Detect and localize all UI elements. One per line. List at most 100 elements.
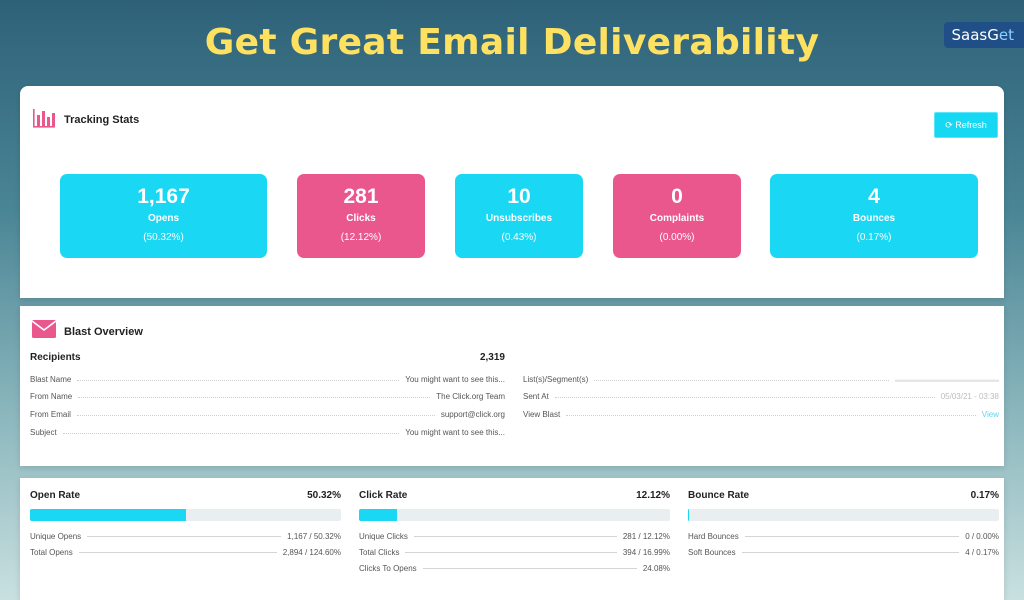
click-rate-column: Click Rate 12.12% Unique Clicks 281 / 12.… bbox=[359, 490, 670, 573]
total-clicks-row: Total Clicks 394 / 16.99% bbox=[359, 548, 670, 557]
tracking-stats-panel: Tracking Stats ⟳ Refresh 1,167 Opens (50… bbox=[20, 86, 1004, 298]
rates-panel: Open Rate 50.32% Unique Opens 1,167 / 50.… bbox=[20, 478, 1004, 600]
row-value: 0 / 0.00% bbox=[965, 532, 999, 541]
stat-value: 0 bbox=[671, 185, 683, 208]
row-label: Sent At bbox=[523, 392, 549, 401]
row-value: 1,167 / 50.32% bbox=[287, 532, 341, 541]
row-label: View Blast bbox=[523, 410, 561, 419]
row-value: The Click.org Team bbox=[436, 392, 505, 401]
stat-label: Complaints bbox=[649, 213, 705, 224]
open-rate-bar bbox=[30, 509, 341, 521]
stat-label: Opens bbox=[147, 213, 180, 224]
page-headline: Get Great Email Deliverability bbox=[204, 22, 820, 63]
blast-overview-title: Blast Overview bbox=[64, 325, 143, 338]
refresh-button[interactable]: ⟳ Refresh bbox=[934, 112, 998, 138]
stat-card-complaints[interactable]: 0 Complaints (0.00%) bbox=[613, 174, 741, 258]
row-value: You might want to see this... bbox=[405, 375, 505, 384]
row-leader bbox=[741, 552, 960, 553]
subject-row: Subject You might want to see this... bbox=[30, 428, 505, 437]
stat-value: 281 bbox=[343, 185, 379, 208]
soft-bounces-row: Soft Bounces 4 / 0.17% bbox=[688, 548, 999, 557]
stat-percent: (50.32%) bbox=[143, 232, 184, 243]
row-label: List(s)/Segment(s) bbox=[523, 375, 589, 384]
row-value: ▬▬▬▬▬▬▬▬▬▬▬▬▬ bbox=[895, 375, 999, 384]
view-blast-row: View Blast View bbox=[523, 410, 999, 419]
blast-name-row: Blast Name You might want to see this... bbox=[30, 375, 505, 384]
stat-card-opens[interactable]: 1,167 Opens (50.32%) bbox=[60, 174, 267, 258]
stat-value: 10 bbox=[507, 185, 531, 208]
view-blast-link[interactable]: View bbox=[982, 410, 999, 419]
row-label: Unique Opens bbox=[30, 532, 82, 541]
stat-percent: (0.43%) bbox=[501, 232, 537, 243]
stat-card-clicks[interactable]: 281 Clicks (12.12%) bbox=[297, 174, 425, 258]
stat-percent: (12.12%) bbox=[340, 232, 382, 243]
bounce-rate-value: 0.17% bbox=[970, 490, 999, 501]
open-rate-column: Open Rate 50.32% Unique Opens 1,167 / 50.… bbox=[30, 490, 341, 557]
hard-bounces-row: Hard Bounces 0 / 0.00% bbox=[688, 532, 999, 541]
recipients-value: 2,319 bbox=[479, 352, 505, 363]
row-leader bbox=[78, 552, 277, 553]
open-rate-value: 50.32% bbox=[307, 490, 341, 501]
row-leader bbox=[78, 396, 431, 398]
stat-percent: (0.00%) bbox=[659, 232, 695, 243]
stat-percent: (0.17%) bbox=[856, 232, 892, 243]
row-leader bbox=[413, 536, 617, 537]
unique-opens-row: Unique Opens 1,167 / 50.32% bbox=[30, 532, 341, 541]
row-value: 2,894 / 124.60% bbox=[282, 548, 341, 557]
bounce-rate-title: Bounce Rate bbox=[688, 490, 750, 501]
envelope-icon bbox=[31, 320, 57, 343]
row-label: From Email bbox=[30, 410, 71, 419]
click-rate-header: Click Rate 12.12% bbox=[359, 490, 670, 501]
from-name-row: From Name The Click.org Team bbox=[30, 392, 505, 401]
row-value: 394 / 16.99% bbox=[622, 548, 670, 557]
row-label: Clicks To Opens bbox=[359, 564, 417, 573]
stat-value: 4 bbox=[868, 185, 880, 208]
row-label: Blast Name bbox=[30, 375, 72, 384]
list-segment-row: List(s)/Segment(s) ▬▬▬▬▬▬▬▬▬▬▬▬▬ bbox=[523, 375, 999, 384]
click-rate-title: Click Rate bbox=[359, 490, 408, 501]
row-label: Total Opens bbox=[30, 548, 73, 557]
stat-card-bounces[interactable]: 4 Bounces (0.17%) bbox=[770, 174, 978, 258]
bounce-rate-bar bbox=[688, 509, 999, 521]
recipients-label: Recipients bbox=[30, 352, 81, 363]
row-label: Total Clicks bbox=[359, 548, 400, 557]
row-value: You might want to see this... bbox=[405, 428, 505, 437]
blast-overview-panel: Blast Overview Recipients 2,319 Blast Na… bbox=[20, 306, 1004, 466]
blast-overview-header: Blast Overview bbox=[31, 320, 143, 343]
bounce-rate-header: Bounce Rate 0.17% bbox=[688, 490, 999, 501]
row-value: support@click.org bbox=[440, 410, 505, 419]
row-leader bbox=[744, 536, 960, 537]
row-value: 4 / 0.17% bbox=[965, 548, 999, 557]
click-rate-bar-fill bbox=[359, 509, 397, 521]
stat-card-unsubscribes[interactable]: 10 Unsubscribes (0.43%) bbox=[455, 174, 583, 258]
row-label: Subject bbox=[30, 428, 57, 437]
row-leader bbox=[405, 552, 617, 553]
row-label: From Name bbox=[30, 392, 73, 401]
stat-value: 1,167 bbox=[137, 185, 190, 208]
row-value: 05/03/21 - 03:38 bbox=[940, 392, 999, 401]
unique-clicks-row: Unique Clicks 281 / 12.12% bbox=[359, 532, 670, 541]
row-leader bbox=[76, 414, 435, 416]
open-rate-bar-fill bbox=[30, 509, 187, 521]
stat-label: Clicks bbox=[346, 213, 376, 224]
stat-label: Bounces bbox=[852, 213, 896, 224]
row-value: 281 / 12.12% bbox=[622, 532, 670, 541]
row-leader bbox=[554, 396, 935, 398]
brand-text-accent: et bbox=[998, 26, 1014, 44]
row-leader bbox=[566, 414, 976, 416]
bounce-rate-column: Bounce Rate 0.17% Hard Bounces 0 / 0.00% … bbox=[688, 490, 999, 557]
recipients-row: Recipients 2,319 bbox=[30, 352, 505, 363]
open-rate-title: Open Rate bbox=[30, 490, 81, 501]
row-label: Unique Clicks bbox=[359, 532, 408, 541]
clicks-to-opens-row: Clicks To Opens 24.08% bbox=[359, 564, 670, 573]
row-leader bbox=[594, 379, 889, 381]
open-rate-header: Open Rate 50.32% bbox=[30, 490, 341, 501]
row-label: Soft Bounces bbox=[688, 548, 736, 557]
click-rate-value: 12.12% bbox=[636, 490, 670, 501]
brand-logo: SaasGet bbox=[943, 22, 1024, 48]
row-value: 24.08% bbox=[642, 564, 670, 573]
stat-label: Unsubscribes bbox=[485, 213, 553, 224]
tracking-stats-header: Tracking Stats bbox=[32, 106, 139, 133]
bounce-rate-bar-fill bbox=[688, 509, 689, 521]
total-opens-row: Total Opens 2,894 / 124.60% bbox=[30, 548, 341, 557]
